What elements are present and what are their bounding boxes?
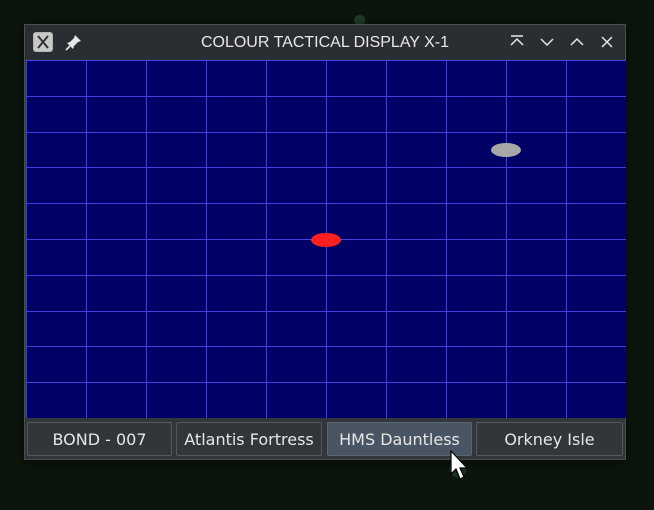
orkney-isle-label: Orkney Isle (504, 429, 595, 449)
window-title: COLOUR TACTICAL DISPLAY X-1 (200, 34, 450, 51)
chevron-up-icon[interactable] (568, 33, 586, 51)
pin-icon[interactable] (65, 33, 83, 51)
x-logo-icon[interactable] (33, 32, 53, 52)
bond-007-label: BOND - 007 (52, 429, 147, 449)
mouse-cursor-icon (450, 449, 470, 482)
bond-007-button[interactable]: BOND - 007 (27, 422, 172, 456)
orkney-isle-button[interactable]: Orkney Isle (476, 422, 623, 456)
contact-marker[interactable] (311, 233, 341, 247)
atlantis-fortress-label: Atlantis Fortress (184, 429, 314, 449)
tactical-display[interactable] (26, 60, 627, 419)
keep-above-icon[interactable] (508, 33, 526, 51)
hms-dauntless-label: HMS Dauntless (339, 429, 460, 449)
close-icon[interactable] (598, 33, 616, 51)
tactical-display-window: COLOUR TACTICAL DISPLAY X-1 BOND - 007 A… (24, 24, 627, 460)
title-bar[interactable]: COLOUR TACTICAL DISPLAY X-1 (25, 25, 625, 59)
atlantis-fortress-button[interactable]: Atlantis Fortress (176, 422, 322, 456)
tactical-grid (26, 60, 627, 419)
chevron-down-icon[interactable] (538, 33, 556, 51)
contact-marker[interactable] (491, 143, 521, 157)
location-button-bar: BOND - 007 Atlantis Fortress HMS Dauntle… (25, 419, 625, 459)
